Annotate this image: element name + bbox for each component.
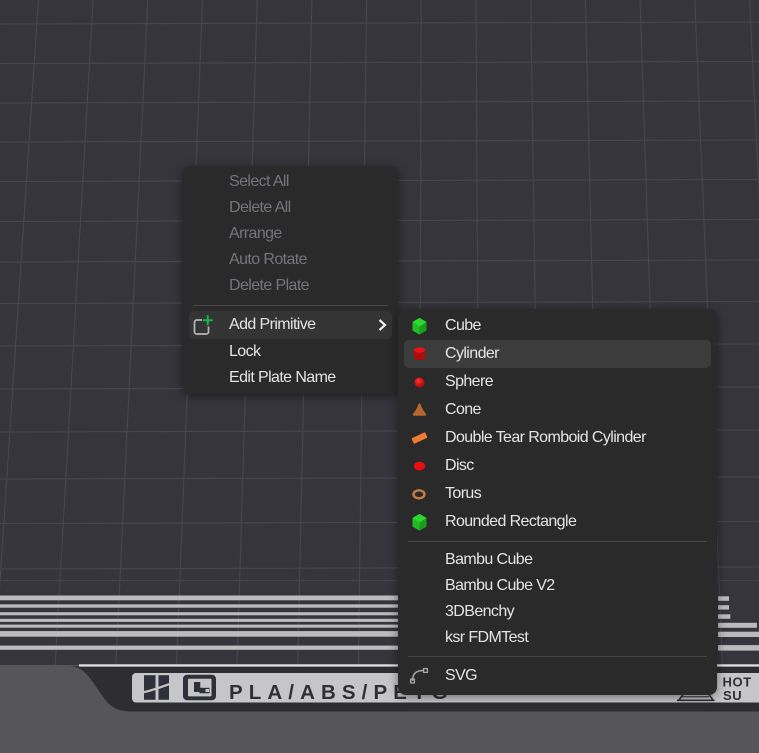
svg-text:SU: SU [723, 688, 742, 703]
